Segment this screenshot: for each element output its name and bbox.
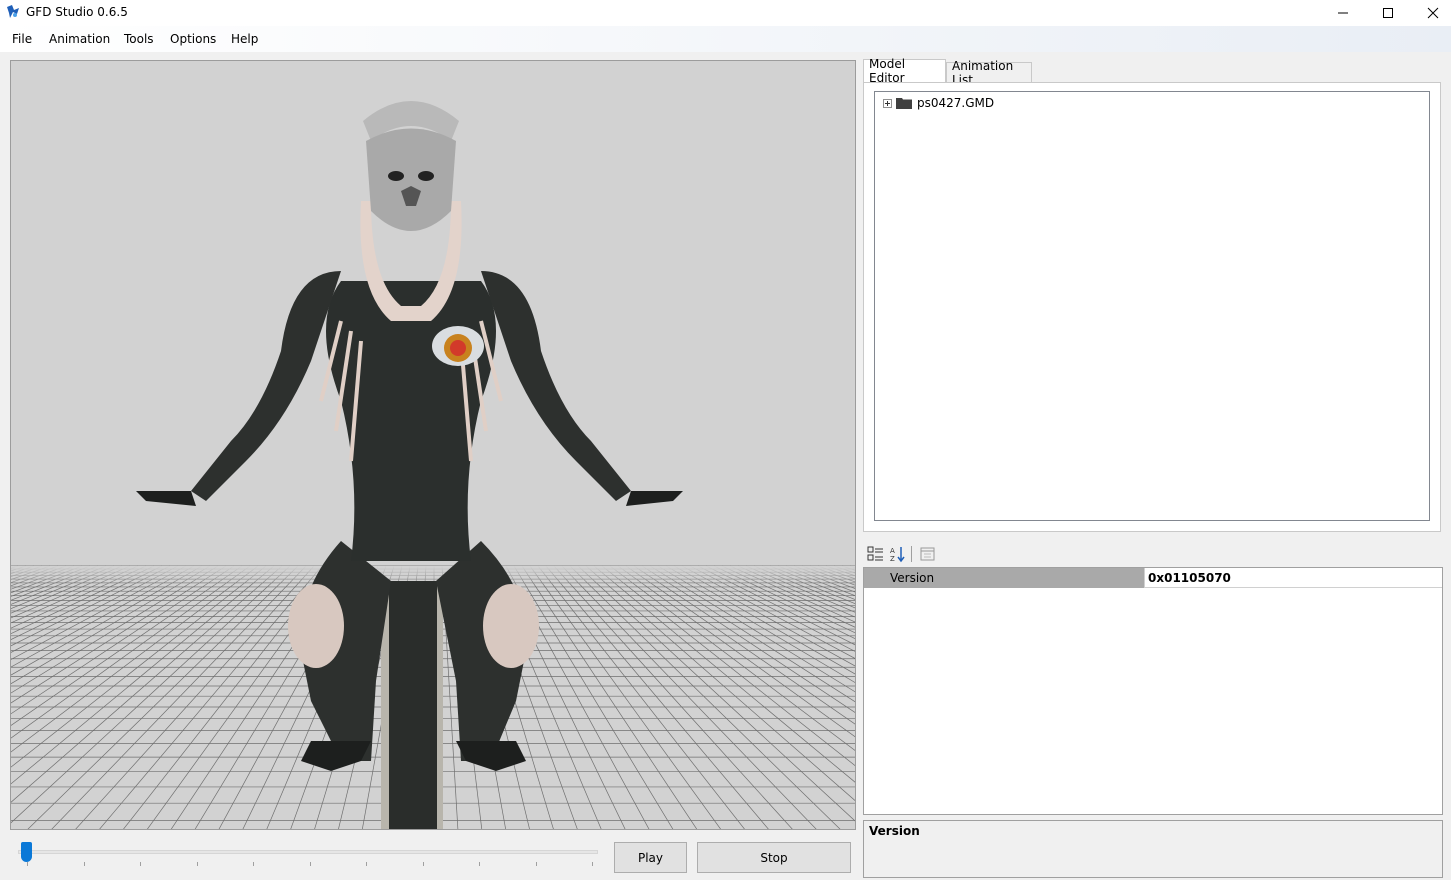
- svg-text:A: A: [890, 547, 895, 555]
- model-tree[interactable]: ps0427.GMD: [874, 91, 1430, 521]
- timeline-track: [18, 850, 598, 854]
- property-description-title: Version: [869, 824, 920, 838]
- tree-node-root[interactable]: ps0427.GMD: [883, 95, 994, 111]
- stop-button[interactable]: Stop: [697, 842, 851, 873]
- app-icon: [7, 5, 19, 18]
- model-viewport[interactable]: [10, 60, 856, 830]
- tab-model-editor[interactable]: Model Editor: [863, 57, 946, 85]
- animation-timeline[interactable]: [18, 840, 600, 870]
- expand-icon[interactable]: [883, 98, 892, 108]
- close-icon: [1427, 7, 1439, 19]
- minimize-icon: [1338, 12, 1348, 14]
- timeline-tick: [309, 862, 311, 866]
- property-grid[interactable]: Version 0x01105070: [863, 567, 1443, 815]
- property-description: Version: [863, 820, 1443, 878]
- timeline-tick: [422, 862, 424, 866]
- timeline-tick: [27, 862, 28, 866]
- play-button[interactable]: Play: [614, 842, 687, 873]
- property-value[interactable]: 0x01105070: [1144, 568, 1442, 588]
- minimize-button[interactable]: [1320, 0, 1366, 26]
- viewport-scene: [11, 101, 855, 829]
- property-pages-icon[interactable]: [919, 545, 937, 563]
- menu-bar: File Animation Tools Options Help: [0, 26, 1451, 52]
- timeline-tick: [83, 862, 85, 866]
- maximize-button[interactable]: [1365, 0, 1411, 26]
- timeline-tick: [592, 862, 593, 866]
- alphabetical-icon[interactable]: A Z: [889, 545, 907, 563]
- svg-text:Z: Z: [890, 555, 895, 563]
- timeline-tick: [479, 862, 480, 866]
- tree-node-label: ps0427.GMD: [917, 96, 995, 110]
- editor-tabs: Model Editor Animation List: [863, 57, 1441, 87]
- timeline-tick: [535, 862, 537, 866]
- property-name: Version: [864, 568, 1144, 588]
- title-bar: GFD Studio 0.6.5: [0, 0, 1451, 26]
- tab-animation-list[interactable]: Animation List: [946, 59, 1032, 87]
- menu-animation[interactable]: Animation: [49, 32, 110, 46]
- menu-tools[interactable]: Tools: [124, 32, 154, 46]
- window-title: GFD Studio 0.6.5: [26, 5, 128, 19]
- menu-help[interactable]: Help: [231, 32, 258, 46]
- menu-file[interactable]: File: [12, 32, 32, 46]
- menu-options[interactable]: Options: [170, 32, 216, 46]
- timeline-thumb[interactable]: [21, 842, 32, 862]
- folder-icon: [896, 98, 912, 109]
- timeline-tick: [366, 862, 367, 866]
- maximize-icon: [1383, 8, 1393, 18]
- property-row[interactable]: Version 0x01105070: [864, 568, 1442, 588]
- model-editor-panel: ps0427.GMD: [863, 82, 1441, 532]
- categorized-icon[interactable]: [867, 545, 885, 563]
- timeline-tick: [140, 862, 141, 866]
- toolbar-separator: [911, 546, 912, 562]
- close-button[interactable]: [1410, 0, 1451, 26]
- timeline-tick: [253, 862, 254, 866]
- timeline-tick: [196, 862, 198, 866]
- property-grid-toolbar: A Z: [863, 542, 1441, 566]
